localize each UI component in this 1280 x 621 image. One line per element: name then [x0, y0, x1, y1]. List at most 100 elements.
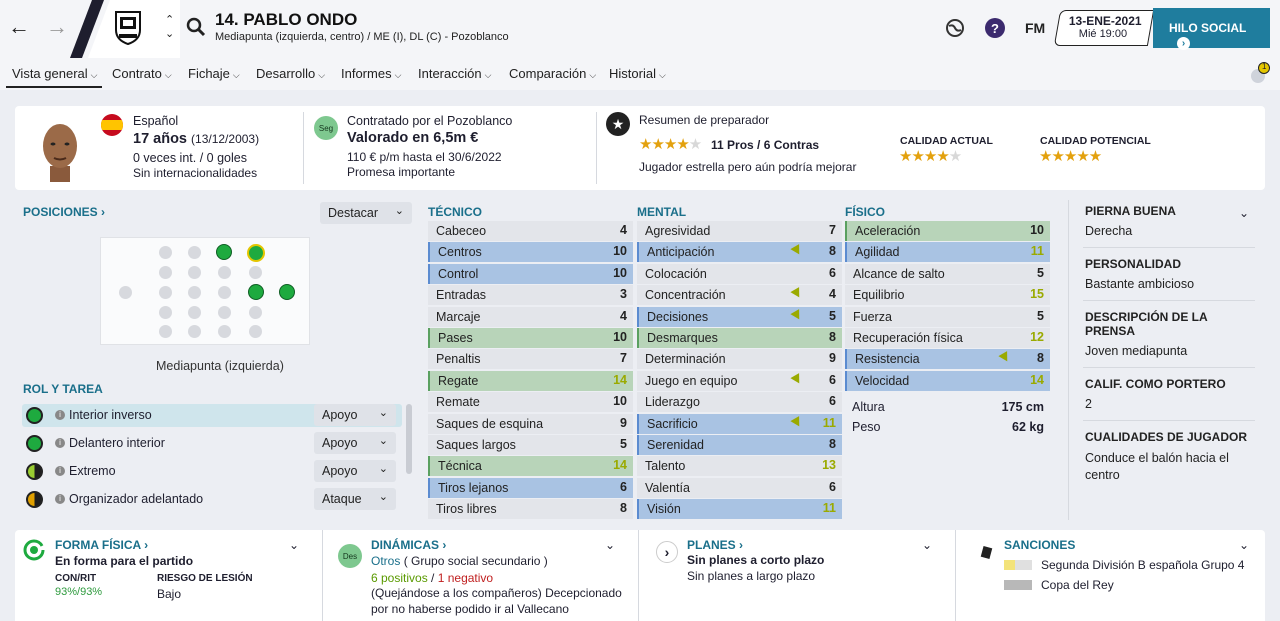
dynamics-title[interactable]: DINÁMICAS ›	[371, 538, 446, 552]
attribute-row[interactable]: Sacrificio 11	[637, 413, 842, 434]
attribute-row[interactable]: Juego en equipo 6	[637, 370, 842, 391]
attribute-row[interactable]: Remate 10	[428, 392, 633, 413]
attribute-name: Anticipación	[647, 245, 715, 260]
attribute-row[interactable]: Tiros libres 8	[428, 499, 633, 520]
attribute-row[interactable]: Decisiones 5	[637, 306, 842, 327]
plans-title[interactable]: PLANES ›	[687, 538, 743, 552]
attribute-row[interactable]: Técnica 14	[428, 456, 633, 477]
attribute-row[interactable]: Centros 10	[428, 242, 633, 263]
date-box[interactable]: 13-ENE-2021 Mié 19:00	[1053, 10, 1155, 46]
switch-player-arrows[interactable]: ⌃ ⌄	[165, 13, 174, 41]
tab-vista-general[interactable]: Vista general ⌵	[12, 66, 97, 81]
role-row[interactable]: i Organizador adelantado Ataque ⌄	[22, 488, 402, 511]
forward-button[interactable]: →	[46, 16, 70, 40]
chevron-down-icon[interactable]: ⌄	[605, 538, 615, 552]
roles-scrollbar[interactable]	[406, 404, 412, 474]
attribute-row[interactable]: Valentía 6	[637, 477, 842, 498]
role-row[interactable]: i Delantero interior Apoyo ⌄	[22, 432, 402, 455]
dynamics-badge: Des	[338, 544, 362, 568]
duty-dropdown[interactable]: Apoyo ⌄	[314, 460, 396, 482]
position-marker	[216, 244, 232, 260]
attribute-name: Valentía	[645, 480, 690, 495]
tab-historial[interactable]: Historial ⌵	[609, 66, 666, 81]
attribute-row[interactable]: Velocidad 14	[845, 370, 1050, 391]
notifications-icon[interactable]: 1	[1248, 62, 1272, 86]
back-button[interactable]: ←	[8, 16, 32, 40]
help-icon[interactable]: ?	[985, 18, 1005, 38]
duty-dropdown[interactable]: Ataque ⌄	[314, 488, 396, 510]
attribute-value: 13	[822, 458, 836, 473]
notification-count: 1	[1262, 62, 1267, 71]
role-name: Delantero interior	[69, 436, 165, 450]
attribute-row[interactable]: Marcaje 4	[428, 306, 633, 327]
attribute-row[interactable]: Serenidad 8	[637, 435, 842, 455]
attribute-row[interactable]: Talento 13	[637, 456, 842, 477]
tab-comparacion[interactable]: Comparación ⌵	[509, 66, 596, 81]
attribute-row[interactable]: Desmarques 8	[637, 328, 842, 348]
player-value: Valorado en 6,5m €	[347, 130, 479, 146]
tab-contrato[interactable]: Contrato ⌵	[112, 66, 172, 81]
attribute-row[interactable]: Concentración 4	[637, 285, 842, 306]
attribute-name: Visión	[647, 502, 681, 517]
attribute-row[interactable]: Visión 11	[637, 499, 842, 520]
attribute-row[interactable]: Aceleración 10	[845, 221, 1050, 241]
attribute-row[interactable]: Liderazgo 6	[637, 392, 842, 413]
tab-label: Fichaje	[188, 66, 230, 81]
tab-informes[interactable]: Informes ⌵	[341, 66, 401, 81]
attribute-row[interactable]: Saques de esquina 9	[428, 413, 633, 434]
attribute-row[interactable]: Tiros lejanos 6	[428, 477, 633, 498]
attribute-row[interactable]: Determinación 9	[637, 349, 842, 370]
search-icon[interactable]	[186, 17, 206, 37]
attribute-name: Determinación	[645, 352, 726, 367]
attribute-row[interactable]: Saques largos 5	[428, 435, 633, 455]
attribute-row[interactable]: Recuperación física 12	[845, 328, 1050, 348]
globe-icon[interactable]	[945, 18, 965, 38]
role-row[interactable]: i Extremo Apoyo ⌄	[22, 460, 402, 483]
attribute-value: 6	[829, 265, 836, 280]
personality-value: Bastante ambicioso	[1085, 277, 1195, 291]
attribute-name: Saques largos	[436, 438, 516, 452]
social-group[interactable]: Otros	[371, 554, 400, 568]
highlight-dropdown[interactable]: Destacar ⌄	[320, 202, 412, 224]
attribute-row[interactable]: Colocación 6	[637, 263, 842, 284]
attribute-row[interactable]: Cabeceo 4	[428, 221, 633, 241]
attribute-row[interactable]: Anticipación 8	[637, 242, 842, 263]
chevron-down-icon[interactable]: ⌄	[922, 538, 932, 552]
attribute-row[interactable]: Control 10	[428, 263, 633, 284]
attribute-row[interactable]: Entradas 3	[428, 285, 633, 306]
info-icon[interactable]: i	[55, 494, 65, 504]
attribute-row[interactable]: Pases 10	[428, 328, 633, 348]
club-crest-icon[interactable]	[113, 10, 143, 46]
pitch-slot	[218, 325, 231, 338]
duty-dropdown[interactable]: Apoyo ⌄	[314, 404, 396, 426]
chevron-down-icon[interactable]: ⌄	[1239, 538, 1249, 552]
pitch-slot	[218, 306, 231, 319]
attribute-name: Alcance de salto	[853, 266, 945, 281]
info-icon[interactable]: i	[55, 438, 65, 448]
chevron-down-icon[interactable]: ⌄	[1239, 206, 1249, 220]
attribute-row[interactable]: Agilidad 11	[845, 242, 1050, 263]
fm-logo[interactable]: FM	[1025, 20, 1045, 36]
tab-desarrollo[interactable]: Desarrollo ⌵	[256, 66, 325, 81]
attribute-row[interactable]: Equilibrio 15	[845, 285, 1050, 306]
duty-dropdown[interactable]: Apoyo ⌄	[314, 432, 396, 454]
attribute-value: 8	[829, 437, 836, 451]
attribute-row[interactable]: Regate 14	[428, 370, 633, 391]
divider	[1083, 367, 1255, 368]
attribute-row[interactable]: Penaltis 7	[428, 349, 633, 370]
fitness-title[interactable]: FORMA FÍSICA ›	[55, 538, 148, 552]
sanctions-title[interactable]: SANCIONES	[1004, 538, 1075, 552]
chevron-down-icon[interactable]: ⌄	[289, 538, 299, 552]
tab-fichaje[interactable]: Fichaje ⌵	[188, 66, 240, 81]
role-row[interactable]: i Interior inverso Apoyo ⌄	[22, 404, 402, 427]
positions-title[interactable]: POSICIONES ›	[23, 205, 105, 219]
attribute-row[interactable]: Resistencia 8	[845, 349, 1050, 370]
info-icon[interactable]: i	[55, 466, 65, 476]
tab-interaccion[interactable]: Interacción ⌵	[418, 66, 491, 81]
attribute-value: 14	[1030, 372, 1044, 387]
attribute-row[interactable]: Fuerza 5	[845, 306, 1050, 327]
social-feed-button[interactable]: HILO SOCIAL ›	[1153, 8, 1270, 50]
attribute-row[interactable]: Agresividad 7	[637, 221, 842, 241]
attribute-row[interactable]: Alcance de salto 5	[845, 263, 1050, 284]
info-icon[interactable]: i	[55, 410, 65, 420]
